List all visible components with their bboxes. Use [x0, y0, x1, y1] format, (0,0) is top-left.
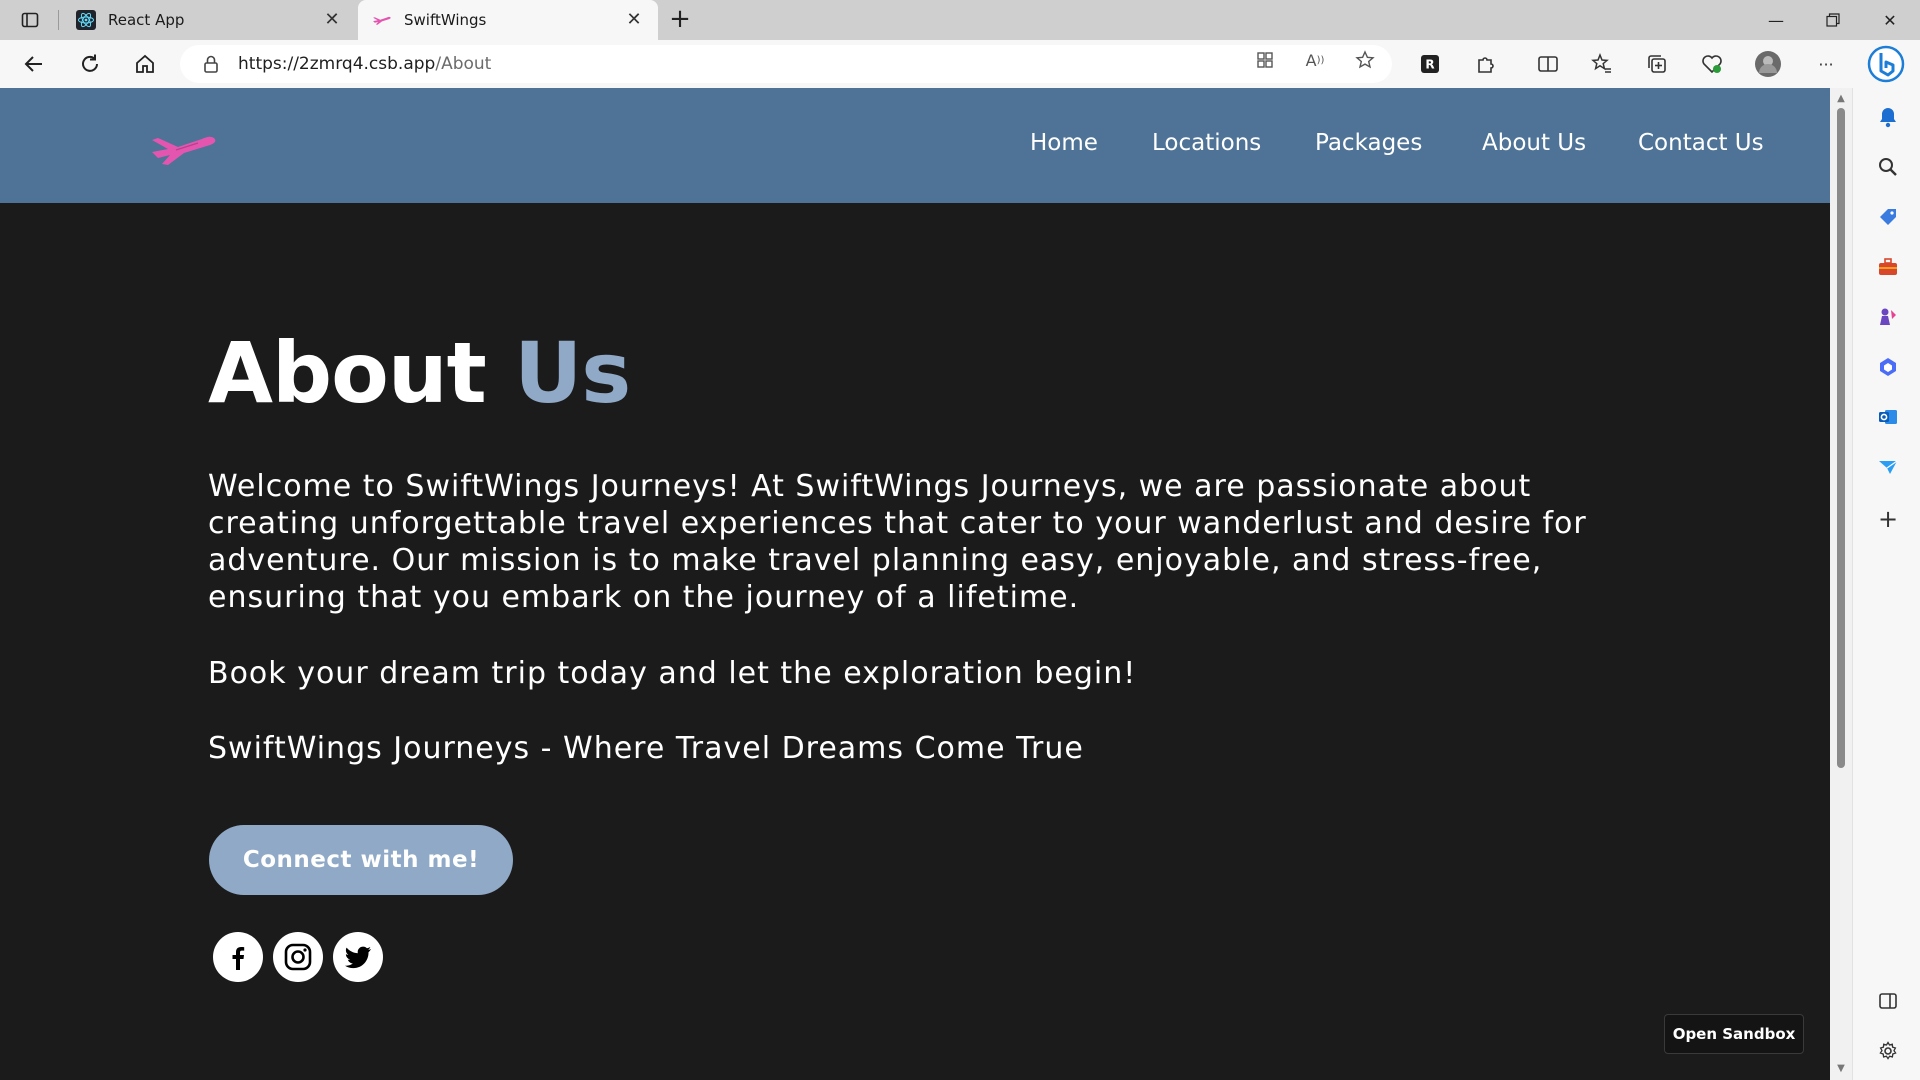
- bing-copilot-icon[interactable]: [1866, 44, 1906, 84]
- tab-title: SwiftWings: [404, 11, 487, 29]
- extension-r-icon[interactable]: R: [1416, 50, 1444, 78]
- profile-avatar[interactable]: [1754, 50, 1782, 78]
- instagram-icon[interactable]: [273, 932, 323, 982]
- tab-close-icon[interactable]: ✕: [322, 10, 342, 30]
- lock-icon[interactable]: [202, 55, 220, 73]
- address-bar[interactable]: https://2zmrq4.csb.app/About: [180, 45, 1392, 83]
- hide-sidebar-icon[interactable]: [1875, 988, 1901, 1014]
- plane-favicon-icon: [372, 10, 392, 30]
- edge-sidebar: +: [1852, 88, 1920, 1080]
- tools-briefcase-icon[interactable]: [1875, 254, 1901, 280]
- search-icon[interactable]: [1875, 154, 1901, 180]
- favorites-icon[interactable]: [1588, 50, 1616, 78]
- nav-contact-link[interactable]: Contact Us: [1638, 130, 1764, 156]
- tagline-paragraph: SwiftWings Journeys - Where Travel Dream…: [208, 731, 1084, 766]
- page-title: About Us: [208, 324, 631, 422]
- scrollbar-thumb[interactable]: [1837, 108, 1845, 768]
- close-window-icon[interactable]: ✕: [1862, 0, 1918, 40]
- home-icon[interactable]: [131, 50, 159, 78]
- react-favicon-icon: [76, 10, 96, 30]
- url-text: https://2zmrq4.csb.app/About: [238, 54, 492, 74]
- minimize-icon[interactable]: —: [1748, 0, 1804, 40]
- tab-close-icon[interactable]: ✕: [624, 10, 644, 30]
- split-screen-icon[interactable]: [1534, 50, 1562, 78]
- favorite-star-icon[interactable]: [1354, 49, 1376, 71]
- extensions-puzzle-icon[interactable]: [1472, 50, 1500, 78]
- outlook-icon[interactable]: [1875, 404, 1901, 430]
- games-icon[interactable]: [1875, 304, 1901, 330]
- more-options-icon[interactable]: ···: [1812, 50, 1840, 78]
- page-scrollbar[interactable]: ▲ ▼: [1830, 88, 1852, 1080]
- nav-locations-link[interactable]: Locations: [1152, 130, 1261, 156]
- notification-bell-icon[interactable]: [1875, 104, 1901, 130]
- open-sandbox-button[interactable]: Open Sandbox: [1664, 1014, 1804, 1054]
- settings-gear-icon[interactable]: [1875, 1038, 1901, 1064]
- shopping-tag-icon[interactable]: [1875, 204, 1901, 230]
- plane-logo-icon[interactable]: [148, 128, 220, 168]
- restore-icon[interactable]: [1805, 0, 1861, 40]
- facebook-icon[interactable]: [213, 932, 263, 982]
- browser-essentials-icon[interactable]: [1698, 50, 1726, 78]
- tab-separator: [58, 10, 59, 30]
- collections-icon[interactable]: [1643, 50, 1671, 78]
- nav-home-link[interactable]: Home: [1030, 130, 1098, 156]
- twitter-icon[interactable]: [333, 932, 383, 982]
- refresh-icon[interactable]: [76, 50, 104, 78]
- new-tab-icon[interactable]: +: [666, 6, 694, 34]
- app-available-icon[interactable]: [1254, 49, 1276, 71]
- scroll-up-arrow-icon[interactable]: ▲: [1835, 94, 1847, 104]
- browser-toolbar: https://2zmrq4.csb.app/About A)) R ···: [0, 40, 1920, 88]
- tab-actions-icon[interactable]: [12, 8, 48, 32]
- page-viewport: Home Locations Packages About Us Contact…: [0, 88, 1830, 1080]
- connect-button[interactable]: Connect with me!: [209, 825, 513, 895]
- tab-title: React App: [108, 11, 185, 29]
- scroll-down-arrow-icon[interactable]: ▼: [1835, 1064, 1847, 1074]
- book-trip-paragraph: Book your dream trip today and let the e…: [208, 656, 1137, 691]
- welcome-paragraph: Welcome to SwiftWings Journeys! At Swift…: [208, 469, 1587, 615]
- back-arrow-icon[interactable]: [20, 50, 48, 78]
- nav-about-link[interactable]: About Us: [1482, 130, 1586, 156]
- nav-packages-link[interactable]: Packages: [1315, 130, 1422, 156]
- browser-tab-bar: React App ✕ SwiftWings ✕ + — ✕: [0, 0, 1920, 40]
- site-navbar: Home Locations Packages About Us Contact…: [0, 88, 1830, 203]
- read-aloud-icon[interactable]: A)): [1304, 49, 1326, 71]
- send-drop-icon[interactable]: [1875, 454, 1901, 480]
- tab-swiftwings[interactable]: SwiftWings ✕: [358, 0, 658, 40]
- tab-react-app[interactable]: React App ✕: [62, 0, 356, 40]
- microsoft-365-icon[interactable]: [1875, 354, 1901, 380]
- add-sidebar-app-icon[interactable]: +: [1875, 505, 1901, 533]
- svg-text:R: R: [1425, 58, 1434, 72]
